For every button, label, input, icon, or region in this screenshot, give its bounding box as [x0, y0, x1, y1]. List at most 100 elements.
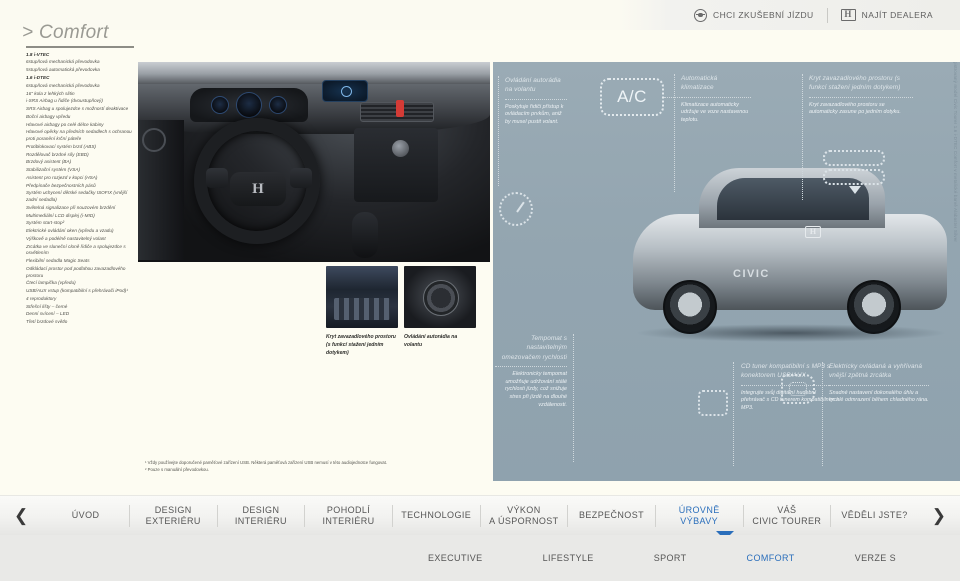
spec-item: Výškově a podélně nastavitelný volant	[26, 235, 106, 241]
sub-nav-item-comfort[interactable]: COMFORT	[717, 553, 825, 563]
spec-item: Hlavové opěrky na předních sedadlech s o…	[26, 129, 132, 141]
annotation-mirrors: Elektricky ovládaná a vyhřívaná vnější z…	[829, 362, 929, 405]
page-title: > Comfort	[22, 22, 109, 43]
steering-wheel-icon	[694, 8, 707, 22]
civic-badge: CIVIC	[733, 268, 770, 280]
annotation-guide-line	[802, 74, 803, 200]
cover-bar-top	[823, 150, 885, 166]
annotation-divider	[829, 384, 929, 386]
left-dial	[211, 96, 229, 114]
footnote-1: ¹ Vždy používejte doporučené paměťové za…	[145, 460, 388, 465]
speedometer-icon	[499, 192, 533, 226]
nav-item-bezpečnost[interactable]: BEZPEČNOST	[568, 510, 655, 521]
nav-item-váš-civic-tourer[interactable]: VÁŠ CIVIC TOURER	[744, 505, 831, 527]
specification-list: 1.8 i-VTEC 6stupňová mechanická převodovk…	[26, 46, 138, 327]
spec-item: Rozdělovač brzdné síly (EBD)	[26, 151, 89, 157]
annotation-boot-cover: Kryt zavazadlového prostoru (s funkcí st…	[809, 74, 913, 117]
side-air-vent	[142, 128, 166, 152]
annotation-cruise-control: Tempomat s nastavitelným omezovačem rych…	[495, 334, 567, 409]
annotation-body: Elektronicky tempomat umožňuje udržování…	[505, 371, 567, 408]
annotation-body: Poskytuje řidiči přístup k ovládacím prv…	[505, 103, 564, 125]
nav-item-design-interiéru[interactable]: DESIGN INTERIÉRU	[218, 505, 305, 527]
sub-nav-item-lifestyle[interactable]: LIFESTYLE	[513, 553, 624, 563]
spec-item: Denní svícení – LED	[26, 311, 70, 317]
spec-group-heading: 1.8 i-VTEC	[26, 51, 50, 57]
prev-page-arrow[interactable]: ❮	[0, 507, 42, 524]
spec-item: USB/AUX vstup (kompatibilní s přehrávači…	[26, 288, 128, 294]
footnotes: ¹ Vždy používejte doporučené paměťové za…	[145, 459, 387, 473]
annotation-guide-line	[674, 74, 675, 192]
side-mirror-icon	[781, 374, 815, 404]
footnote-2: ² Pouze s manuální převodovkou.	[145, 467, 210, 472]
nav-item-úrovně-výbavy[interactable]: ÚROVNĚ VÝBAVY	[656, 505, 743, 527]
find-dealer-label: NAJÍT DEALERA	[861, 10, 933, 20]
down-arrow-icon	[849, 186, 861, 194]
top-bar-actions: CHCI ZKUŠEBNÍ JÍZDU NAJÍT DEALERA	[621, 0, 960, 30]
thumbnail-row: Kryt zavazadlového prostoru (s funkcí st…	[326, 266, 476, 357]
bottom-navigation: ❮ ÚVOD DESIGN EXTERIÉRU DESIGN INTERIÉRU POHO…	[0, 495, 960, 535]
spec-item: Systém start-stop²	[26, 220, 65, 226]
thumbnail-caption: Ovládání autorádia na volantu	[404, 334, 458, 348]
nav-item-věděli-jste?[interactable]: VĚDĚLI JSTE?	[831, 510, 918, 521]
find-dealer-button[interactable]: NAJÍT DEALERA	[828, 9, 946, 21]
spec-item: i-SRS Airbag u řidiče (dvoustupňový)	[26, 98, 103, 104]
instrument-cluster	[190, 88, 308, 122]
thumbnail-boot-cover: Kryt zavazadlového prostoru (s funkcí st…	[326, 266, 398, 357]
annotation-body: Klimatizace automaticky udržuje ve voze …	[681, 101, 749, 123]
sub-nav-item-sport[interactable]: SPORT	[624, 553, 717, 563]
annotation-steering-audio: Ovládání autorádia na volantu Poskytuje …	[505, 76, 567, 127]
photo-credit: Registrovaný model Civic Tourer 1.6 i-DT…	[953, 62, 958, 242]
sub-nav-item-executive[interactable]: EXECUTIVE	[398, 553, 513, 563]
annotation-title: Tempomat s nastavitelným omezovačem rych…	[501, 335, 567, 361]
steering-right-controls	[290, 168, 312, 188]
spec-item: Stabilizační systém (VSA)	[26, 167, 81, 173]
spec-item: Asistent pro rozjezd v kopci (HSA)	[26, 174, 98, 180]
sub-navigation: EXECUTIVE LIFESTYLE SPORT COMFORT VERZE S	[0, 535, 960, 581]
boot-cover-icon	[823, 150, 885, 194]
annotation-title: Elektricky ovládaná a vyhřívaná vnější z…	[829, 363, 922, 380]
next-page-arrow[interactable]: ❯	[918, 507, 960, 524]
ac-badge: A/C	[600, 78, 664, 116]
brochure-page: CHCI ZKUŠEBNÍ JÍZDU NAJÍT DEALERA > Comf…	[0, 0, 960, 581]
annotation-body: Kryt zavazadlového prostoru se automatic…	[809, 101, 901, 116]
annotation-divider	[809, 96, 913, 98]
annotation-divider	[505, 98, 567, 100]
center-console-stack	[354, 128, 438, 202]
annotation-title: Automatická klimatizace	[681, 75, 718, 92]
spec-item: Střešní lišty – černé	[26, 303, 68, 309]
annotation-guide-line	[498, 76, 499, 186]
spec-item: 6stupňová mechanická převodovka	[26, 82, 100, 88]
sub-nav-item-verze-s[interactable]: VERZE S	[825, 553, 926, 563]
spec-item: Třetí brzdové světlo	[26, 319, 68, 325]
honda-logo-icon	[840, 9, 856, 21]
spec-list-rule	[26, 46, 134, 48]
cover-bar-bottom	[823, 169, 885, 185]
boot-cover-photo	[326, 266, 398, 328]
nav-item-úvod[interactable]: ÚVOD	[42, 510, 129, 521]
spec-item: Systém uchycení dětské sedačky ISOFIX (v…	[26, 190, 128, 203]
imid-display	[322, 80, 368, 102]
ac-connector-line	[664, 97, 682, 98]
top-bar: CHCI ZKUŠEBNÍ JÍZDU NAJÍT DEALERA	[0, 0, 960, 30]
spec-item: 16" kola z lehkých slitin	[26, 90, 75, 96]
spec-group-heading: 1.6 i-DTEC	[26, 74, 50, 80]
spec-item: 6stupňová mechanická převodovka	[26, 59, 100, 65]
nav-item-pohodlí-interiéru[interactable]: POHODLÍ INTERIÉRU	[305, 505, 392, 527]
annotation-guide-line	[733, 362, 734, 466]
spec-item: Boční airbagy vpředu	[26, 113, 71, 119]
spec-item: Elektrické ovládání oken (vpředu a vzadu…	[26, 228, 114, 234]
spec-item: SRS Airbag u spolujezdce s možností deak…	[26, 106, 129, 112]
steering-audio-photo	[404, 266, 476, 328]
nav-item-výkon-a-úspornost[interactable]: VÝKON A ÚSPORNOST	[481, 505, 568, 527]
tachometer-dial	[236, 92, 262, 118]
spec-item: 4 reproduktory	[26, 295, 57, 301]
spec-item: Světelná signalizace při nouzovém brzděn…	[26, 204, 116, 210]
spec-item: Zrcátka ve sluneční cloně řidiče a spolu…	[26, 243, 126, 256]
test-drive-button[interactable]: CHCI ZKUŠEBNÍ JÍZDU	[681, 8, 827, 22]
spec-item: Hlavové airbagy po celé délce kabiny	[26, 121, 104, 127]
feature-panel: CIVIC H Ovládání autorádia na volantu Po…	[493, 62, 960, 481]
nav-item-technologie[interactable]: TECHNOLOGIE	[393, 510, 480, 521]
annotation-title: Kryt zavazadlového prostoru (s funkcí st…	[809, 75, 901, 92]
nav-item-design-exteriéru[interactable]: DESIGN EXTERIÉRU	[130, 505, 217, 527]
spec-item: Protiblokovací systém brzd (ABS)	[26, 143, 97, 149]
